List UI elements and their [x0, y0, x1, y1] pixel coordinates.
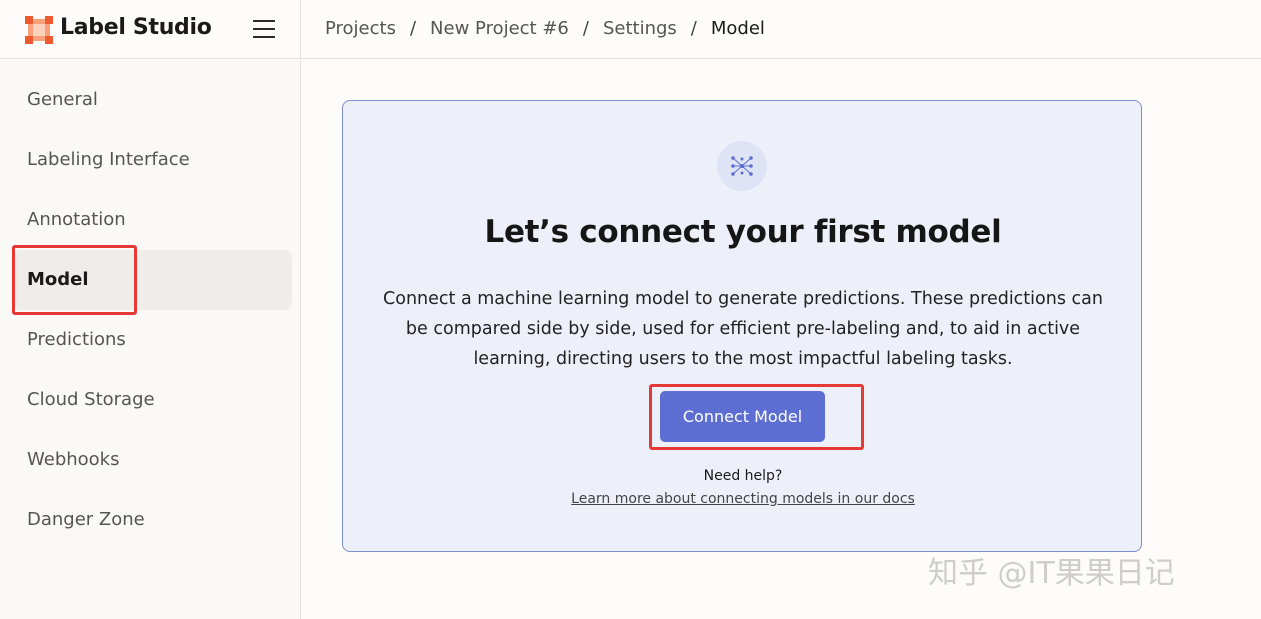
- help-text: Need help?: [703, 468, 783, 484]
- breadcrumb-current: Model: [710, 18, 765, 39]
- breadcrumb-settings[interactable]: Settings: [603, 18, 677, 39]
- docs-link[interactable]: Learn more about connecting models in ou…: [343, 491, 1143, 507]
- brand-name[interactable]: Label Studio: [60, 15, 212, 40]
- model-network-icon: [717, 141, 767, 191]
- breadcrumb-separator: /: [690, 18, 697, 39]
- label-studio-logo-icon[interactable]: [25, 16, 53, 44]
- sidebar-item-annotation[interactable]: Annotation: [12, 190, 292, 250]
- sidebar-item-cloud-storage[interactable]: Cloud Storage: [12, 370, 292, 430]
- card-description: Connect a machine learning model to gene…: [383, 289, 1103, 369]
- connect-model-card: Let’s connect your first model Connect a…: [342, 100, 1142, 552]
- button-highlight-box: [649, 384, 864, 450]
- breadcrumb-separator: /: [409, 18, 417, 39]
- breadcrumb: Projects / New Project #6 / Settings / M…: [325, 18, 765, 39]
- sidebar-item-danger-zone[interactable]: Danger Zone: [12, 490, 292, 550]
- brand-area: Label Studio: [0, 0, 301, 59]
- sidebar-item-labeling-interface[interactable]: Labeling Interface: [12, 130, 292, 190]
- top-header: Label Studio Projects / New Project #6 /…: [0, 0, 1261, 59]
- breadcrumb-projects[interactable]: Projects: [325, 18, 396, 39]
- breadcrumb-project[interactable]: New Project #6: [430, 18, 569, 39]
- sidebar-item-webhooks[interactable]: Webhooks: [12, 430, 292, 490]
- sidebar-item-general[interactable]: General: [12, 70, 292, 130]
- watermark: 知乎 @IT果果日记: [928, 556, 1175, 591]
- sidebar-item-predictions[interactable]: Predictions: [12, 310, 292, 370]
- settings-sidebar: General Labeling Interface Annotation Mo…: [0, 60, 301, 619]
- card-title: Let’s connect your first model: [484, 214, 1002, 250]
- breadcrumb-separator: /: [582, 18, 589, 39]
- model-highlight-box: [12, 245, 137, 315]
- menu-icon[interactable]: [253, 20, 277, 40]
